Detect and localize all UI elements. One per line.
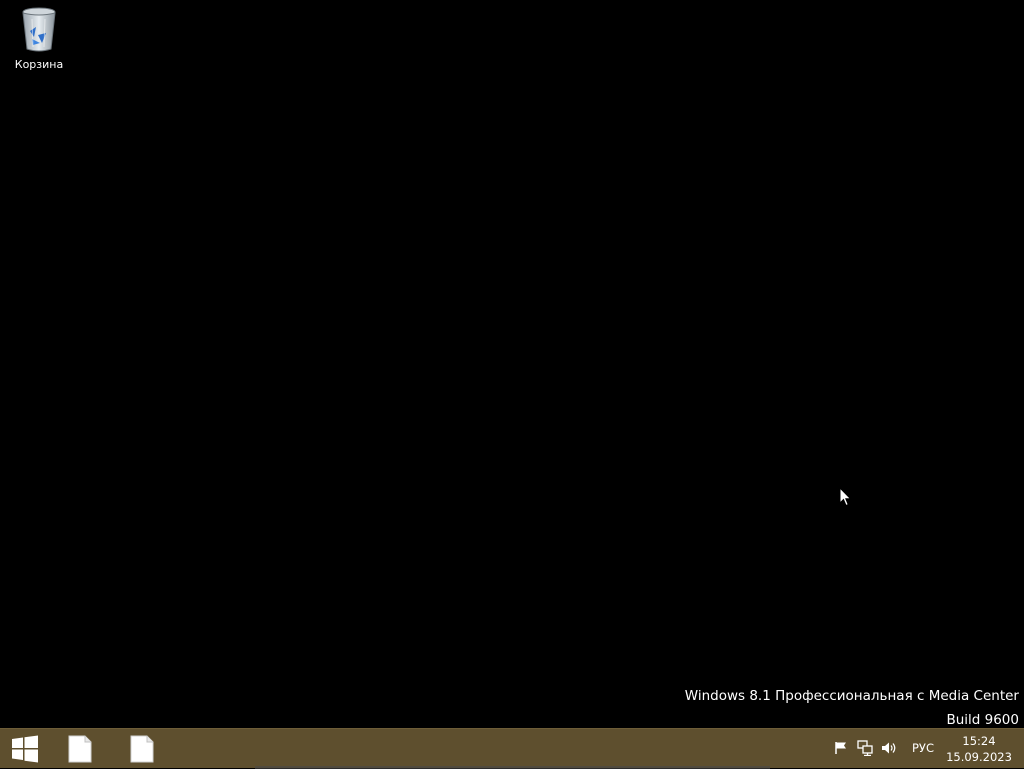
clock-time: 15:24: [962, 734, 996, 748]
taskbar-pinned-document-1[interactable]: [55, 729, 105, 768]
taskbar-pinned-document-2[interactable]: [117, 729, 167, 768]
action-center-flag-icon[interactable]: [832, 739, 850, 757]
document-icon: [130, 735, 154, 762]
start-button[interactable]: [0, 729, 50, 768]
recycle-bin-icon: [19, 6, 59, 54]
windows-logo-icon: [12, 735, 38, 762]
desktop[interactable]: Корзина Windows 8.1 Профессиональная с M…: [0, 0, 1024, 728]
mouse-cursor-icon: [839, 486, 853, 507]
recycle-bin-shortcut[interactable]: Корзина: [8, 6, 70, 78]
document-icon: [68, 735, 92, 762]
volume-icon[interactable]: [880, 739, 898, 757]
windows-version-watermark: Windows 8.1 Профессиональная с Media Cen…: [685, 684, 1019, 732]
watermark-edition: Windows 8.1 Профессиональная с Media Cen…: [684, 688, 1019, 704]
taskbar: РУС 15:24 15.09.2023: [0, 728, 1024, 769]
taskbar-clock[interactable]: 15:24 15.09.2023: [946, 733, 1012, 767]
recycle-bin-label: Корзина: [14, 58, 64, 71]
language-indicator[interactable]: РУС: [904, 729, 942, 768]
network-icon[interactable]: [856, 739, 874, 757]
clock-date: 15.09.2023: [946, 750, 1012, 764]
